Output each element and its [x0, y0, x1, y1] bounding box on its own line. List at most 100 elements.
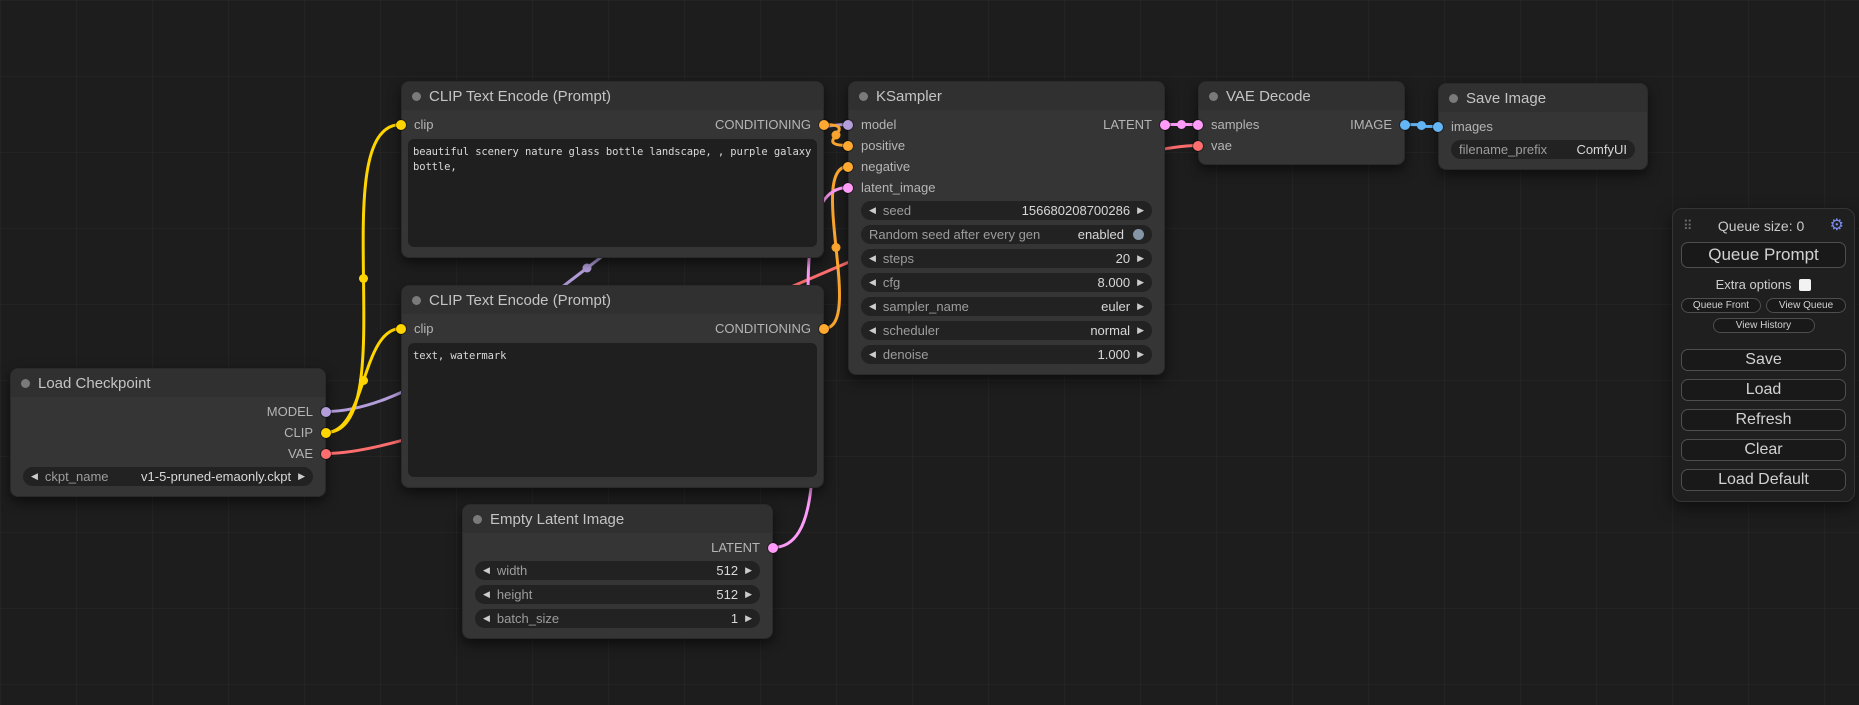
node-title-bar[interactable]: CLIP Text Encode (Prompt) [402, 82, 823, 110]
clip-output-port[interactable] [321, 428, 331, 438]
increment-arrow-icon[interactable]: ▶ [745, 566, 752, 575]
decrement-arrow-icon[interactable]: ◀ [483, 566, 490, 575]
positive-prompt-textarea[interactable]: beautiful scenery nature glass bottle la… [408, 139, 817, 247]
node-save-image[interactable]: Save Image images filename_prefix ComfyU… [1438, 83, 1648, 170]
samples-input-port[interactable] [1193, 120, 1203, 130]
node-clip-text-encode-negative[interactable]: CLIP Text Encode (Prompt) clip CONDITION… [401, 285, 824, 488]
increment-arrow-icon[interactable]: ▶ [1137, 254, 1144, 263]
view-history-button[interactable]: View History [1713, 318, 1815, 333]
latent-output-port[interactable] [768, 543, 778, 553]
widget-label: cfg [883, 275, 900, 290]
decrement-arrow-icon[interactable]: ◀ [869, 254, 876, 263]
toggle-indicator-icon[interactable] [1133, 229, 1144, 240]
link-midpoint-dot[interactable] [832, 243, 841, 252]
decrement-arrow-icon[interactable]: ◀ [869, 326, 876, 335]
save-button[interactable]: Save [1681, 349, 1846, 371]
queue-prompt-button[interactable]: Queue Prompt [1681, 242, 1846, 268]
node-empty-latent-image[interactable]: Empty Latent Image LATENT ◀ width 512 ▶ … [462, 504, 773, 639]
decrement-arrow-icon[interactable]: ◀ [869, 278, 876, 287]
collapse-dot[interactable] [21, 379, 30, 388]
view-queue-button[interactable]: View Queue [1766, 298, 1846, 313]
link-midpoint-dot[interactable] [1177, 120, 1186, 129]
load-default-button[interactable]: Load Default [1681, 469, 1846, 491]
clear-button[interactable]: Clear [1681, 439, 1846, 461]
widget-height[interactable]: ◀ height 512 ▶ [475, 585, 760, 604]
latent-image-input-port[interactable] [843, 183, 853, 193]
decrement-arrow-icon[interactable]: ◀ [483, 590, 490, 599]
widget-value: 512 [716, 563, 738, 578]
model-input-port[interactable] [843, 120, 853, 130]
node-clip-text-encode-positive[interactable]: CLIP Text Encode (Prompt) clip CONDITION… [401, 81, 824, 258]
decrement-arrow-icon[interactable]: ◀ [869, 350, 876, 359]
widget-cfg[interactable]: ◀ cfg 8.000 ▶ [861, 273, 1152, 292]
node-title-bar[interactable]: VAE Decode [1199, 82, 1404, 110]
negative-input-port[interactable] [843, 162, 853, 172]
increment-arrow-icon[interactable]: ▶ [1137, 206, 1144, 215]
node-title-bar[interactable]: Save Image [1439, 84, 1647, 112]
widget-label: sampler_name [883, 299, 969, 314]
images-input-port[interactable] [1433, 122, 1443, 132]
decrement-arrow-icon[interactable]: ◀ [483, 614, 490, 623]
increment-arrow-icon[interactable]: ▶ [1137, 326, 1144, 335]
input-slot-label: samples [1211, 117, 1259, 132]
clip-input-port[interactable] [396, 324, 406, 334]
widget-width[interactable]: ◀ width 512 ▶ [475, 561, 760, 580]
increment-arrow-icon[interactable]: ▶ [298, 472, 305, 481]
drag-handle-icon[interactable]: ⠿ [1683, 218, 1693, 234]
decrement-arrow-icon[interactable]: ◀ [31, 472, 38, 481]
node-load-checkpoint[interactable]: Load Checkpoint MODEL CLIP VAE ◀ ckpt_na… [10, 368, 326, 497]
collapse-dot[interactable] [1209, 92, 1218, 101]
settings-gear-icon[interactable]: ⚙ [1830, 218, 1844, 234]
collapse-dot[interactable] [1449, 94, 1458, 103]
link-midpoint-dot[interactable] [1417, 121, 1426, 130]
decrement-arrow-icon[interactable]: ◀ [869, 206, 876, 215]
vae-output-port[interactable] [321, 449, 331, 459]
increment-arrow-icon[interactable]: ▶ [1137, 302, 1144, 311]
widget-label: denoise [883, 347, 929, 362]
graph-canvas[interactable]: Load Checkpoint MODEL CLIP VAE ◀ ckpt_na… [0, 0, 1859, 705]
node-vae-decode[interactable]: VAE Decode samples IMAGE vae [1198, 81, 1405, 165]
collapse-dot[interactable] [859, 92, 868, 101]
extra-options-checkbox[interactable] [1799, 279, 1811, 291]
widget-value: normal [1090, 323, 1130, 338]
link-midpoint-dot[interactable] [359, 274, 368, 283]
collapse-dot[interactable] [473, 515, 482, 524]
refresh-button[interactable]: Refresh [1681, 409, 1846, 431]
conditioning-output-port[interactable] [819, 120, 829, 130]
latent-output-port[interactable] [1160, 120, 1170, 130]
widget-scheduler[interactable]: ◀ scheduler normal ▶ [861, 321, 1152, 340]
widget-batch-size[interactable]: ◀ batch_size 1 ▶ [475, 609, 760, 628]
node-title-bar[interactable]: KSampler [849, 82, 1164, 110]
model-output-port[interactable] [321, 407, 331, 417]
load-button[interactable]: Load [1681, 379, 1846, 401]
increment-arrow-icon[interactable]: ▶ [745, 614, 752, 623]
widget-seed[interactable]: ◀ seed 156680208700286 ▶ [861, 201, 1152, 220]
positive-input-port[interactable] [843, 141, 853, 151]
collapse-dot[interactable] [412, 296, 421, 305]
increment-arrow-icon[interactable]: ▶ [745, 590, 752, 599]
queue-front-button[interactable]: Queue Front [1681, 298, 1761, 313]
vae-input-port[interactable] [1193, 141, 1203, 151]
widget-steps[interactable]: ◀ steps 20 ▶ [861, 249, 1152, 268]
node-title-bar[interactable]: Empty Latent Image [463, 505, 772, 533]
collapse-dot[interactable] [412, 92, 421, 101]
widget-filename-prefix[interactable]: filename_prefix ComfyUI [1451, 140, 1635, 159]
decrement-arrow-icon[interactable]: ◀ [869, 302, 876, 311]
node-title-bar[interactable]: Load Checkpoint [11, 369, 325, 397]
link-midpoint-dot[interactable] [583, 264, 592, 273]
clip-input-port[interactable] [396, 120, 406, 130]
widget-sampler-name[interactable]: ◀ sampler_name euler ▶ [861, 297, 1152, 316]
widget-denoise[interactable]: ◀ denoise 1.000 ▶ [861, 345, 1152, 364]
image-output-port[interactable] [1400, 120, 1410, 130]
increment-arrow-icon[interactable]: ▶ [1137, 350, 1144, 359]
negative-prompt-textarea[interactable]: text, watermark [408, 343, 817, 477]
link-midpoint-dot[interactable] [359, 376, 368, 385]
node-ksampler[interactable]: KSampler model LATENT positive negative … [848, 81, 1165, 375]
node-title-bar[interactable]: CLIP Text Encode (Prompt) [402, 286, 823, 314]
increment-arrow-icon[interactable]: ▶ [1137, 278, 1144, 287]
widget-ckpt-name[interactable]: ◀ ckpt_name v1-5-pruned-emaonly.ckpt ▶ [23, 467, 313, 486]
link-midpoint-dot[interactable] [832, 131, 841, 140]
conditioning-output-port[interactable] [819, 324, 829, 334]
widget-random-seed-toggle[interactable]: Random seed after every gen enabled [861, 225, 1152, 244]
node-body: samples IMAGE vae [1199, 110, 1404, 164]
